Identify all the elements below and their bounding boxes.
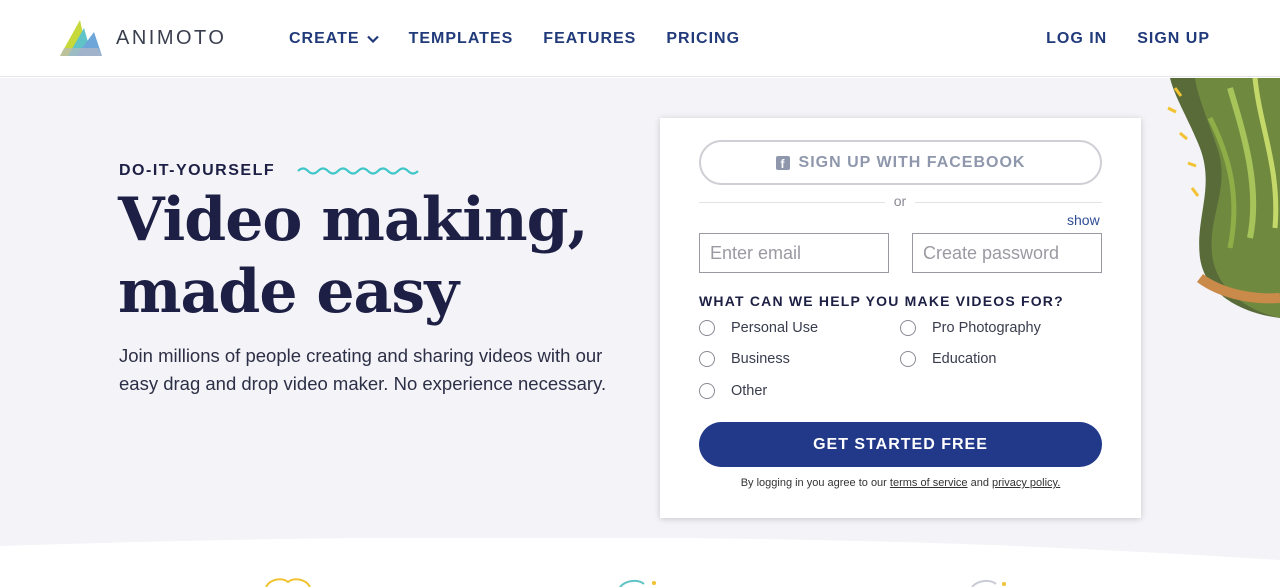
radio-label: Pro Photography (932, 320, 1041, 336)
radio-button[interactable] (900, 351, 916, 367)
radio-business[interactable]: Business (699, 351, 790, 367)
radio-button[interactable] (699, 383, 715, 399)
radio-button[interactable] (900, 320, 916, 336)
radio-button[interactable] (699, 320, 715, 336)
show-password-link[interactable]: show (1067, 212, 1100, 228)
radio-label: Other (731, 383, 768, 399)
password-input[interactable] (912, 233, 1102, 273)
radio-pro-photography[interactable]: Pro Photography (900, 320, 1041, 336)
privacy-policy-link[interactable]: privacy policy. (992, 477, 1060, 489)
radio-label: Education (932, 351, 997, 367)
animoto-logo-icon (60, 20, 102, 56)
chevron-down-icon (366, 35, 379, 43)
squiggle-decoration-icon (297, 167, 419, 175)
headline-line-1: Video making, (118, 185, 589, 255)
nav-create-label: CREATE (289, 29, 360, 47)
get-started-button[interactable]: GET STARTED FREE (699, 422, 1102, 467)
radio-education[interactable]: Education (900, 351, 997, 367)
radio-other[interactable]: Other (699, 383, 767, 399)
legal-prefix: By logging in you agree to our (740, 477, 887, 489)
radio-label: Personal Use (731, 320, 819, 336)
feature-illustration-icon (971, 579, 1006, 587)
terms-of-service-link[interactable]: terms of service (890, 477, 968, 489)
legal-notice: By logging in you agree to our terms of … (660, 477, 1141, 489)
signup-card: f SIGN UP WITH FACEBOOK or show WHAT CAN… (660, 118, 1141, 518)
radio-personal-use[interactable]: Personal Use (699, 320, 818, 336)
hero-section: DO-IT-YOURSELF Video making, made easy J… (0, 78, 1280, 587)
or-label: or (885, 193, 915, 209)
radio-button[interactable] (699, 351, 715, 367)
headline-line-2: made easy (118, 257, 459, 327)
signup-link[interactable]: SIGN UP (1137, 30, 1210, 48)
top-navigation-bar: ANIMOTO CREATE TEMPLATES FEATURES PRICIN… (0, 0, 1280, 77)
account-nav: LOG IN SIGN UP (1016, 0, 1210, 77)
hero-eyebrow: DO-IT-YOURSELF (119, 162, 419, 180)
facebook-signup-label: SIGN UP WITH FACEBOOK (798, 153, 1026, 171)
feature-illustration-icon (265, 578, 311, 587)
legal-and: and (970, 477, 989, 489)
animoto-logo[interactable]: ANIMOTO (58, 17, 238, 59)
use-case-question: WHAT CAN WE HELP YOU MAKE VIDEOS FOR? (699, 293, 1064, 309)
nav-pricing[interactable]: PRICING (666, 30, 740, 48)
feature-illustration-icon (619, 579, 656, 587)
email-input[interactable] (699, 233, 889, 273)
radio-label: Business (731, 351, 790, 367)
hero-headline: Video making, made easy (118, 184, 618, 328)
nav-features[interactable]: FEATURES (543, 30, 636, 48)
login-link[interactable]: LOG IN (1046, 30, 1107, 48)
nav-templates[interactable]: TEMPLATES (409, 30, 514, 48)
hero-description: Join millions of people creating and sha… (119, 345, 607, 394)
facebook-icon: f (775, 155, 790, 170)
eyebrow-text: DO-IT-YOURSELF (119, 162, 276, 179)
brand-name: ANIMOTO (116, 26, 227, 49)
facebook-signup-button[interactable]: f SIGN UP WITH FACEBOOK (699, 140, 1102, 185)
nav-create[interactable]: CREATE (289, 30, 379, 48)
main-nav: CREATE TEMPLATES FEATURES PRICING (289, 0, 770, 77)
